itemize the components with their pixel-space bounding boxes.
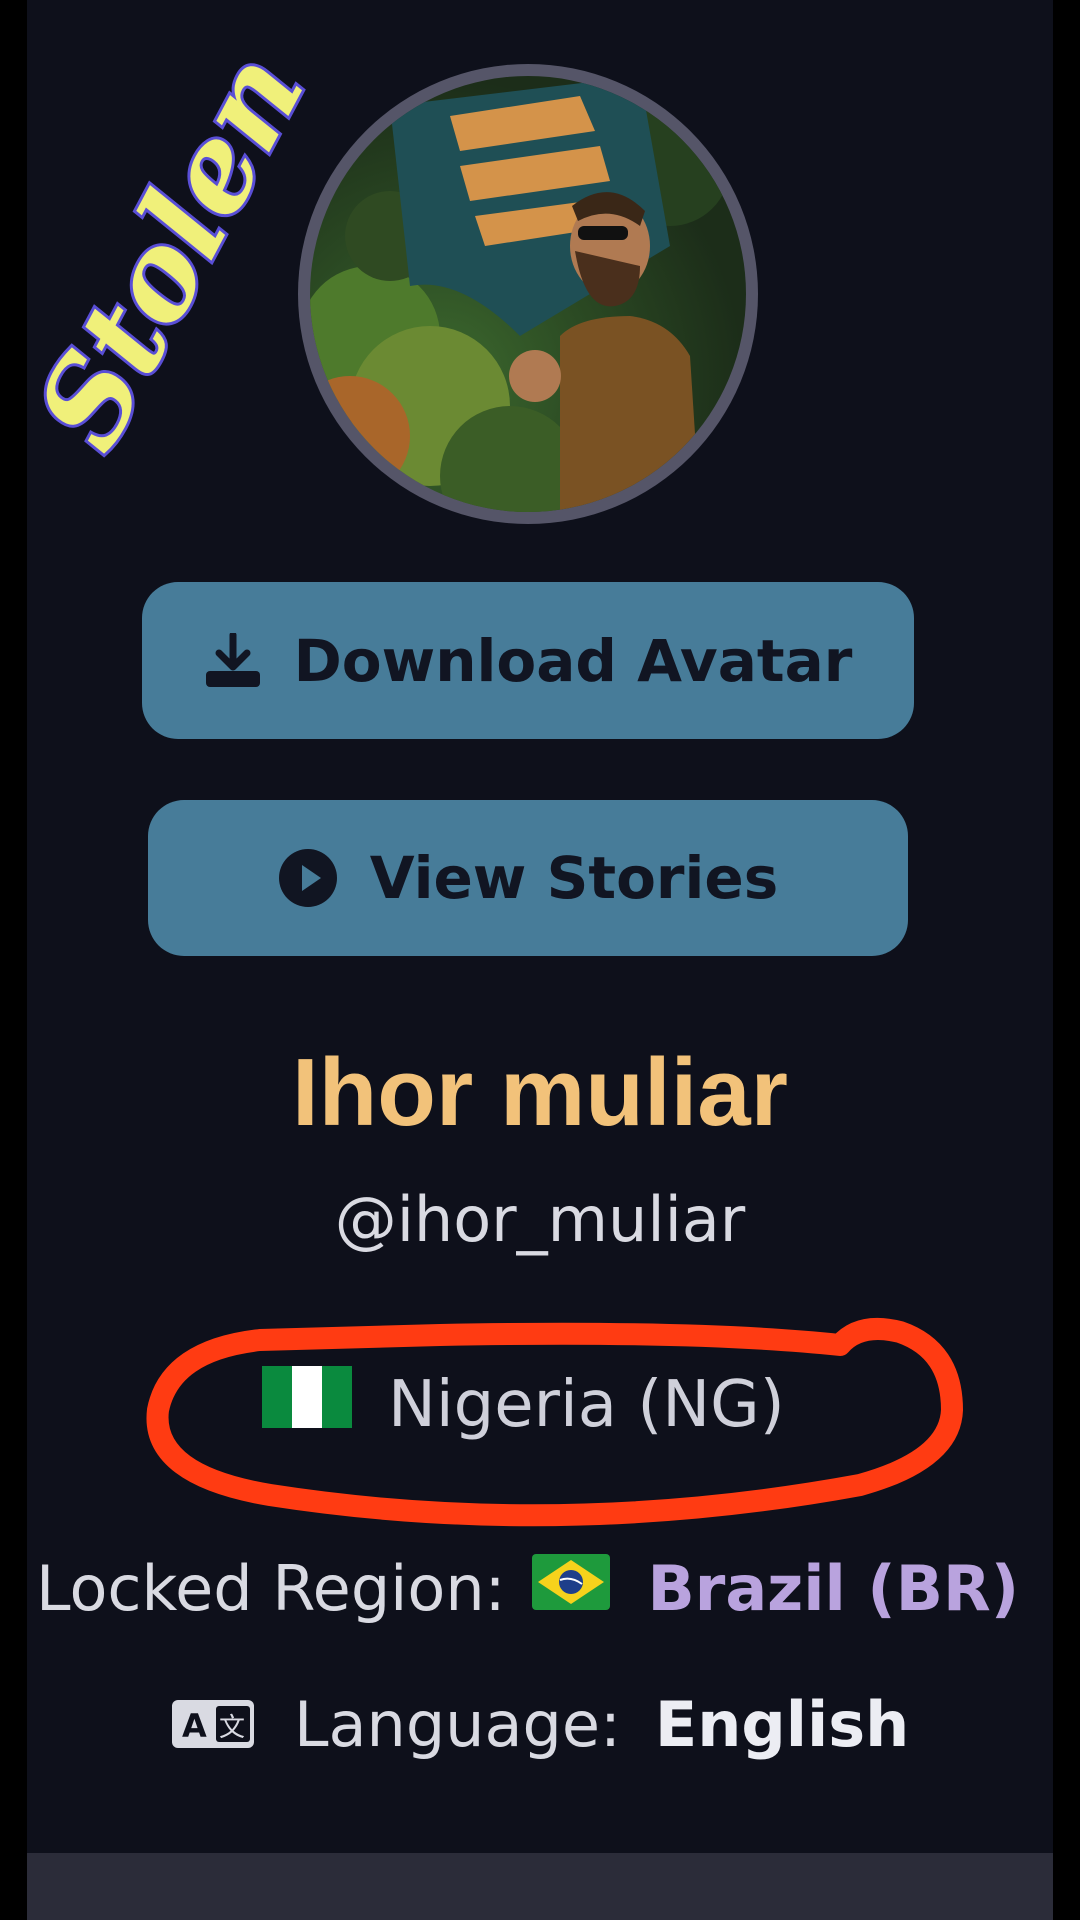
download-avatar-label: Download Avatar [293, 626, 853, 695]
language-row: A 文 Language: English [172, 1684, 909, 1764]
locked-region-label: Locked Region: [36, 1551, 506, 1625]
view-stories-label: View Stories [369, 844, 779, 912]
svg-text:文: 文 [219, 1713, 245, 1743]
play-circle-icon [278, 848, 338, 908]
country-row: Nigeria (NG) [262, 1362, 785, 1448]
svg-text:A: A [182, 1707, 207, 1745]
avatar-image [310, 76, 730, 512]
translate-icon: A 文 [172, 1700, 254, 1748]
display-name: Ihor muliar [291, 1039, 789, 1146]
country-value: Nigeria (NG) [388, 1368, 785, 1442]
avatar-photo [310, 76, 746, 512]
locked-region-value: Brazil (BR) [647, 1551, 1020, 1625]
view-stories-button[interactable]: View Stories [148, 800, 908, 956]
bottom-bar [27, 1853, 1053, 1920]
brazil-flag-icon [531, 1552, 610, 1625]
username: @ihor_muliar [334, 1183, 746, 1256]
language-value: English [654, 1687, 910, 1761]
nigeria-flag-icon [262, 1366, 352, 1444]
download-avatar-button[interactable]: Download Avatar [142, 582, 914, 739]
avatar[interactable] [298, 64, 758, 524]
language-label: Language: [294, 1687, 621, 1761]
locked-region-row: Locked Region: Brazil (BR) [36, 1548, 1019, 1628]
download-icon [204, 632, 262, 689]
